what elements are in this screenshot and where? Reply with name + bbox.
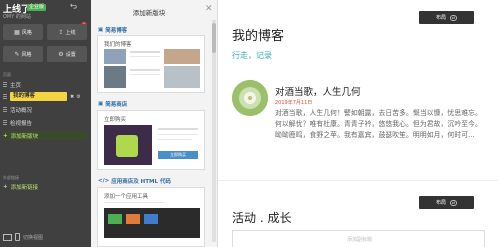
- card-image: [164, 49, 200, 64]
- settings-button-label: 设置: [65, 51, 76, 58]
- delete-icon[interactable]: ✖: [70, 94, 74, 100]
- publish-button[interactable]: ⇪ 上线: [47, 24, 87, 40]
- close-icon[interactable]: ✕: [205, 4, 213, 14]
- sidebar-item-activity[interactable]: 活动概况: [3, 105, 87, 114]
- add-subtitle-placeholder: 添加副标题: [346, 237, 372, 243]
- panel-title: 添加新版块: [132, 9, 166, 17]
- card-text-line: [158, 134, 198, 135]
- layout-button-section2[interactable]: 布局 ⇄: [419, 196, 474, 209]
- blog-subtitle[interactable]: 行走，记录: [232, 50, 272, 61]
- category-simple-store: ▣ 简易商店: [98, 100, 127, 108]
- blog-title[interactable]: 我的博客: [232, 25, 284, 44]
- plus-icon: +: [3, 132, 8, 139]
- post-title[interactable]: 对酒当歌，人生几何: [275, 84, 361, 98]
- scrollbar-thumb[interactable]: [212, 23, 216, 53]
- drag-handle-icon[interactable]: [3, 94, 7, 99]
- publish-button-label: 上线: [65, 29, 76, 36]
- sidebar-item-label: 检视报告: [10, 120, 33, 127]
- sidebar-item-label: 活动概况: [10, 107, 33, 114]
- view-switcher[interactable]: 切换视图: [3, 233, 43, 241]
- post-date: 2019年7月11日: [275, 100, 313, 106]
- code-icon: </>: [98, 178, 110, 184]
- gear-icon[interactable]: ⚙: [76, 94, 80, 100]
- desktop-icon[interactable]: [3, 233, 12, 241]
- theme-button[interactable]: ▦ 风格: [3, 24, 43, 40]
- category-simple-blog: ▣ 简易博客: [98, 26, 127, 34]
- block-card-blog[interactable]: 我们的博客: [97, 35, 205, 93]
- sidebar-item-report[interactable]: 检视报告: [3, 118, 87, 127]
- card-text-line: [130, 56, 160, 57]
- card-title: 立即购买: [104, 117, 127, 123]
- editor-sidebar: 上线了 企业版 OMY 的网站 ! ▦ 风格 ⇪ 上线 ✎ 风格 ⚙ 设置 页面…: [0, 0, 91, 247]
- card-image: [108, 214, 122, 224]
- theme-button-label: 风格: [21, 29, 32, 36]
- add-subtitle-box[interactable]: 添加副标题: [232, 230, 485, 247]
- page-canvas: 布局 ⇄ 我的博客 行走，记录 对酒当歌，人生几何 2019年7月11日 对酒当…: [218, 0, 498, 247]
- section-divider: [218, 180, 498, 181]
- card-text-line: [104, 202, 164, 203]
- layout-button[interactable]: ✎ 风格: [3, 46, 43, 62]
- drag-handle-icon[interactable]: [3, 120, 7, 125]
- site-owner-label: OMY 的网站: [3, 14, 31, 20]
- post-excerpt: 对酒当歌，人生几何！譬如朝露，去日苦多。慨当以慷，忧思难忘。何以解忧？唯有杜康。…: [275, 109, 482, 139]
- undo-icon[interactable]: [70, 3, 77, 9]
- sidebar-item-label: 我的博客: [10, 92, 67, 101]
- category-label: 简易商店: [105, 102, 128, 108]
- plan-badge: 企业版: [27, 4, 47, 11]
- gear-icon: ⚙: [58, 50, 64, 58]
- mobile-icon[interactable]: [15, 233, 20, 241]
- card-text-line: [158, 128, 198, 130]
- blog-icon: ▣: [98, 27, 104, 33]
- dandelion-image: [232, 80, 268, 116]
- section2-title[interactable]: 活动 . 成长: [232, 209, 291, 226]
- card-image: [116, 135, 138, 157]
- block-card-store[interactable]: 立即购买 立即购买: [97, 110, 205, 170]
- sidebar-item-blog[interactable]: 我的博客 ✖ ⚙: [3, 92, 87, 101]
- switch-icon: ⇄: [450, 14, 457, 21]
- add-link-label: 添加新链接: [10, 184, 39, 191]
- add-section-button[interactable]: + 添加新版块: [3, 131, 87, 140]
- panel-scrollbar[interactable]: [212, 20, 216, 242]
- layout-button-label: 风格: [21, 51, 32, 58]
- view-switcher-label: 切换视图: [23, 234, 44, 241]
- switch-icon: ⇄: [450, 199, 457, 206]
- item-tools: ✖ ⚙: [70, 94, 81, 100]
- store-icon: ▣: [98, 101, 104, 107]
- card-image: [126, 214, 140, 224]
- category-app-store-html: </> 应用商店及 HTML 代码: [98, 177, 171, 185]
- layout-button-top[interactable]: 布局 ⇄: [419, 11, 474, 24]
- sidebar-item-home[interactable]: 主页: [3, 80, 87, 89]
- category-label: 应用商店及 HTML 代码: [111, 179, 171, 185]
- card-image: [104, 49, 126, 64]
- card-title: 添加一个应用工具: [104, 194, 149, 200]
- block-card-app[interactable]: 添加一个应用工具: [97, 187, 205, 247]
- card-text-line: [130, 51, 160, 53]
- links-section-label: 外部链接: [3, 175, 19, 180]
- layout-button-label: 布局: [435, 15, 446, 21]
- add-section-label: 添加新版块: [10, 133, 39, 140]
- upload-icon: ⇪: [58, 28, 64, 36]
- brush-icon: ✎: [14, 50, 20, 58]
- card-image: [164, 66, 200, 88]
- card-image: [144, 214, 158, 224]
- card-buy-button: 立即购买: [158, 151, 198, 159]
- sidebar-item-label: 主页: [10, 82, 22, 89]
- pages-section-label: 页面: [3, 72, 11, 77]
- plus-icon: +: [3, 183, 8, 190]
- drag-handle-icon[interactable]: [3, 107, 7, 112]
- card-image: [104, 66, 126, 88]
- drag-handle-icon[interactable]: [3, 82, 7, 87]
- palette-icon: ▦: [14, 28, 20, 36]
- card-text-line: [130, 69, 160, 71]
- card-title: 我们的博客: [104, 42, 132, 48]
- settings-button[interactable]: ⚙ 设置: [47, 46, 87, 62]
- post-thumbnail[interactable]: [232, 80, 268, 116]
- card-text-line: [158, 139, 192, 140]
- card-text-line: [130, 74, 160, 75]
- add-link-button[interactable]: + 添加新链接: [3, 182, 87, 191]
- add-block-panel: 添加新版块 ✕ ▣ 简易博客 我们的博客 ▣ 简易商店 立即购买 立即购买 </…: [91, 0, 218, 247]
- category-label: 简易博客: [105, 28, 128, 34]
- layout-button-label: 布局: [435, 200, 446, 206]
